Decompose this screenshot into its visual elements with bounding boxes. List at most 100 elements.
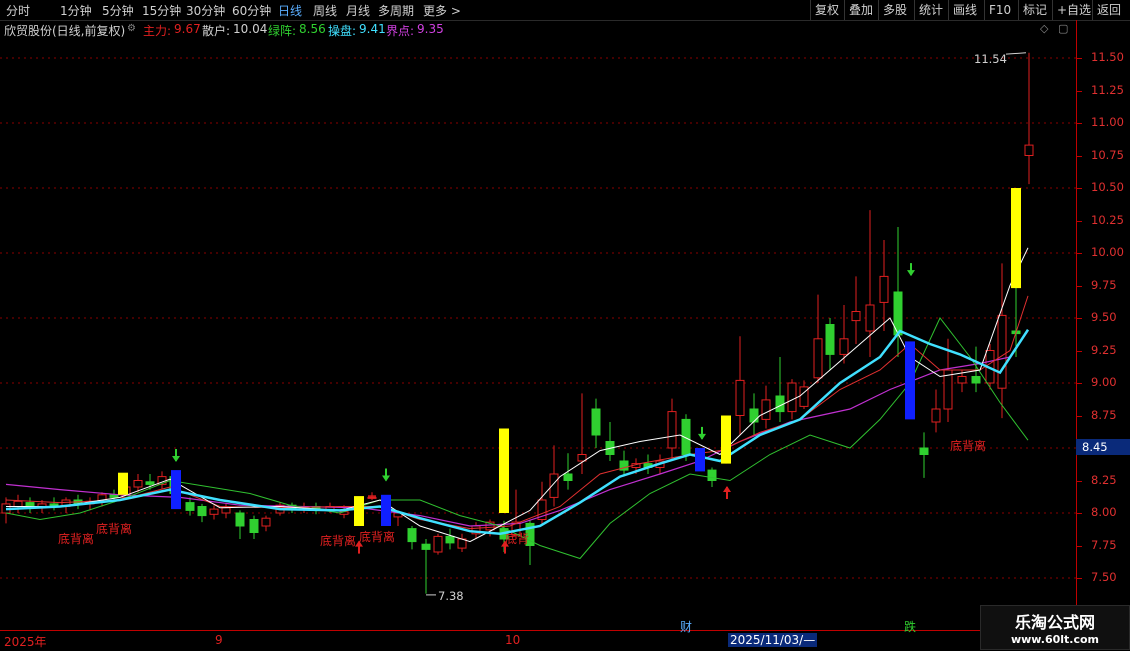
price-tick-mark: [1077, 155, 1082, 157]
candle-body: [919, 447, 929, 455]
label-caopan: 操盘:: [328, 24, 357, 38]
price-tick-label: 7.75: [1091, 537, 1117, 552]
candle-body: [433, 535, 443, 553]
candle-body: [185, 502, 195, 511]
value-caopan: 9.41: [359, 22, 386, 36]
drop-marker[interactable]: 跌: [904, 618, 916, 635]
restore-rights-button[interactable]: 复权: [810, 0, 843, 20]
candle-body: [813, 338, 823, 379]
price-tick-label: 9.50: [1091, 310, 1117, 324]
label-jiedian: 界点:: [386, 24, 415, 38]
high-pointer: [1005, 52, 1027, 55]
price-tick-mark: [1077, 578, 1082, 579]
candle-body: [221, 507, 231, 514]
tab-daily[interactable]: 日线: [278, 2, 302, 19]
low-price-label: 7.38: [438, 589, 464, 603]
tab-1min[interactable]: 1分钟: [60, 2, 92, 19]
price-tick-label: 11.25: [1091, 82, 1124, 97]
multi-stock-button[interactable]: 多股: [878, 0, 911, 20]
signal-bar: [1011, 188, 1021, 289]
price-tick-label: 8.00: [1091, 505, 1117, 519]
tab-multi-period[interactable]: 多周期: [378, 2, 414, 19]
mark-button[interactable]: 标记: [1018, 0, 1051, 20]
candle-body: [145, 481, 155, 485]
candle-body: [879, 275, 889, 303]
indicator-info-bar: 欣贸股份(日线,前复权) ⚙ 主力: 9.67 散户: 10.04 绿阵: 8.…: [0, 20, 1076, 38]
tab-fenshi[interactable]: 分时: [6, 2, 30, 19]
tab-monthly[interactable]: 月线: [346, 2, 370, 19]
price-tick-label: 9.00: [1091, 375, 1117, 389]
candle-body: [133, 480, 143, 488]
stock-title: 欣贸股份(日线,前复权): [4, 24, 126, 38]
tab-more[interactable]: 更多 >: [423, 2, 461, 19]
candle-body: [1024, 144, 1034, 156]
price-tick-mark: [1077, 480, 1082, 482]
candle-body: [209, 508, 219, 515]
signal-bar: [905, 341, 915, 420]
price-tick-mark: [1077, 350, 1082, 352]
price-tick-mark: [1077, 58, 1082, 59]
tab-5min[interactable]: 5分钟: [102, 2, 134, 19]
candle-body: [13, 500, 23, 507]
price-tick-label: 10.00: [1091, 245, 1124, 259]
candle-body: [249, 519, 259, 533]
candle-body: [865, 304, 875, 332]
price-tick-mark: [1077, 253, 1082, 254]
finance-marker[interactable]: 财: [680, 618, 692, 635]
overlay-button[interactable]: 叠加: [844, 0, 877, 20]
watermark-name: 乐淘公式网: [1014, 613, 1095, 632]
settings-icon[interactable]: ⚙: [127, 23, 136, 34]
candle-body: [261, 517, 271, 527]
value-zhuli: 9.67: [174, 22, 201, 36]
tab-30min[interactable]: 30分钟: [186, 2, 225, 19]
watermark-url: www.60lt.com: [1010, 633, 1100, 646]
price-tick-label: 11.50: [1091, 50, 1124, 64]
candle-body: [761, 399, 771, 420]
add-watchlist-button[interactable]: +自选: [1052, 0, 1095, 20]
candle-body: [235, 512, 245, 527]
tab-weekly[interactable]: 周线: [313, 2, 337, 19]
candle-body: [997, 314, 1007, 389]
price-tick-label: 8.75: [1091, 407, 1117, 422]
price-tick-mark: [1077, 188, 1082, 189]
candle-body: [591, 408, 601, 436]
indicator-lines: [5, 247, 1030, 560]
candle-body: [707, 469, 717, 482]
price-tick-label: 9.75: [1091, 277, 1117, 292]
f10-button[interactable]: F10: [984, 0, 1015, 20]
tab-60min[interactable]: 60分钟: [232, 2, 271, 19]
price-tick-label: 10.75: [1091, 147, 1124, 162]
price-tick-mark: [1077, 545, 1082, 547]
period-toolbar: 分时 1分钟 5分钟 15分钟 30分钟 60分钟 日线 周线 月线 多周期 更…: [0, 0, 1130, 21]
back-button[interactable]: 返回: [1092, 0, 1125, 20]
down-arrow: [698, 433, 706, 440]
candle-body: [667, 411, 677, 449]
candle-body: [749, 408, 759, 423]
signal-bar: [499, 428, 509, 513]
price-tick-label: 10.25: [1091, 212, 1124, 227]
candle-body: [407, 528, 417, 543]
signal-bar: [695, 448, 705, 472]
cursor-date-label: 2025/11/03/—: [728, 633, 818, 647]
candle-body: [735, 379, 745, 416]
candlestick-chart[interactable]: [0, 38, 1076, 630]
price-tick-label: 9.25: [1091, 342, 1117, 357]
window-icon[interactable]: ▢: [1058, 22, 1068, 35]
candle-body: [421, 543, 431, 550]
candle-body: [445, 535, 455, 544]
value-jiedian: 9.35: [417, 22, 444, 36]
candle-body: [825, 324, 835, 355]
statistics-button[interactable]: 统计: [914, 0, 947, 20]
divergence-label: 底背: [505, 532, 530, 546]
price-tick-mark: [1077, 285, 1082, 287]
tab-15min[interactable]: 15分钟: [142, 2, 181, 19]
signal-bar: [354, 496, 364, 526]
watermark-logo: 乐淘公式网 www.60lt.com: [980, 605, 1130, 650]
draw-line-button[interactable]: 画线: [948, 0, 981, 20]
candle-body: [197, 506, 207, 517]
price-tick-mark: [1077, 318, 1082, 319]
diamond-icon[interactable]: ◇: [1040, 22, 1048, 35]
price-tick-mark: [1077, 383, 1082, 384]
label-lvzhen: 绿阵:: [268, 24, 297, 38]
candlesticks: [1, 52, 1034, 594]
